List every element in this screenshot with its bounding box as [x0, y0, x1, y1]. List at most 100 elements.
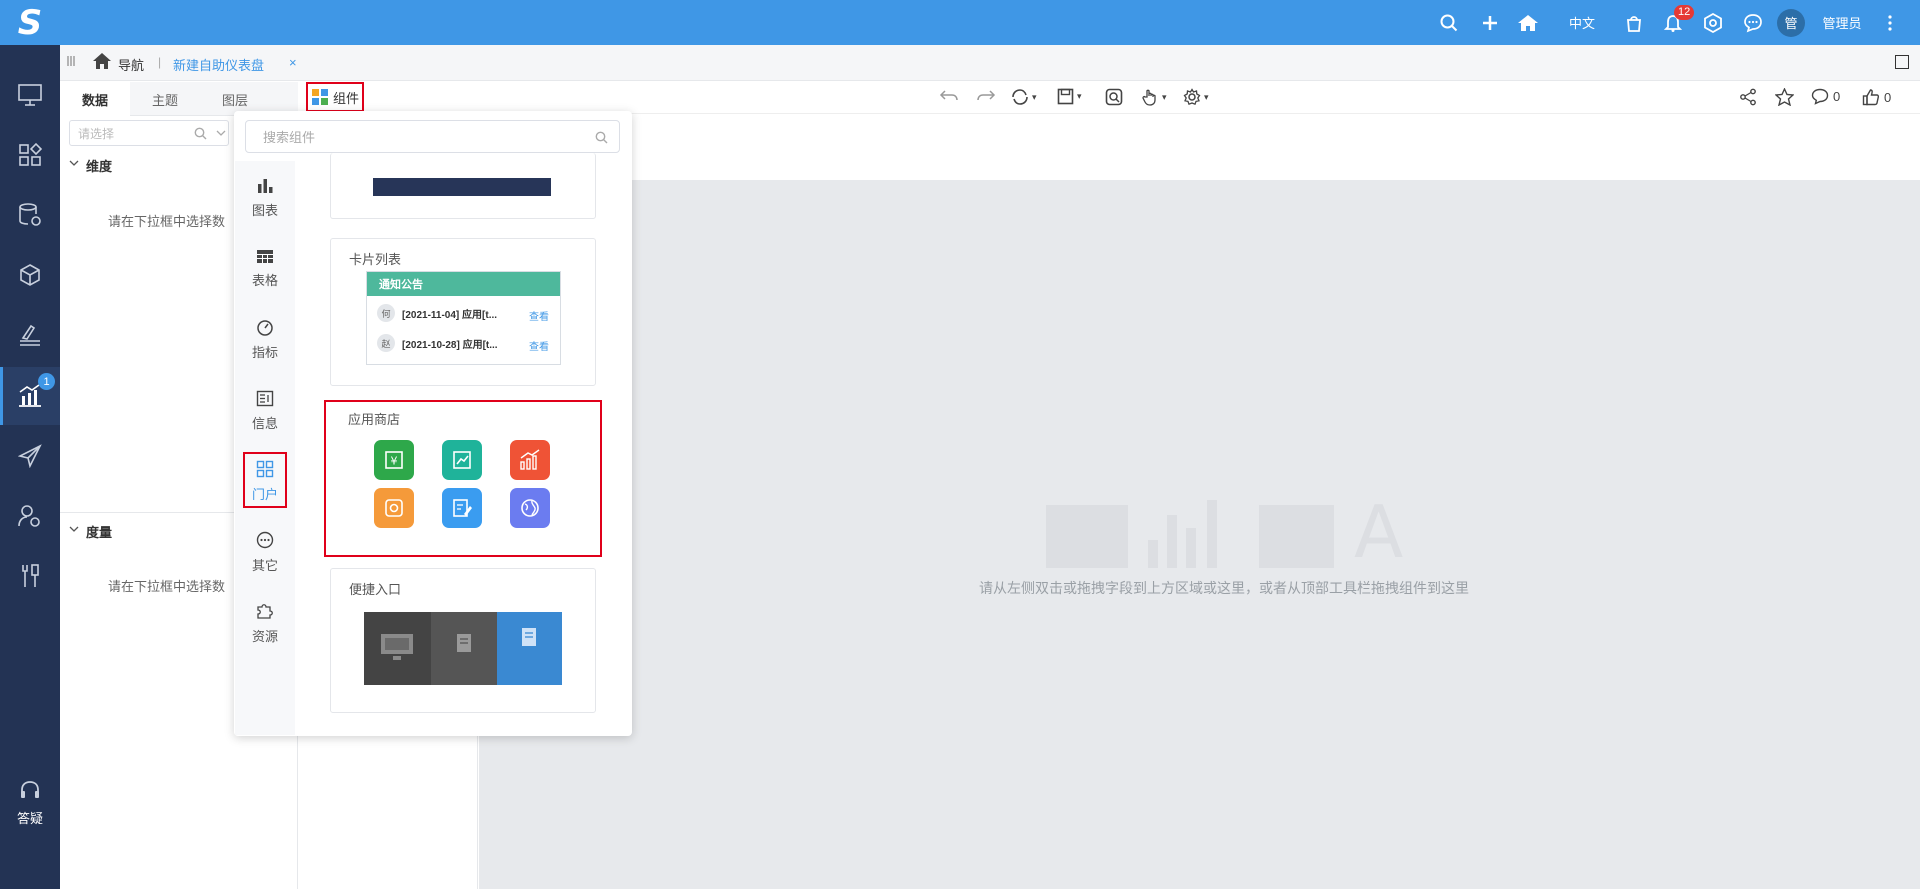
- close-tab-icon[interactable]: ×: [289, 55, 297, 70]
- category-resource[interactable]: 资源: [235, 593, 295, 653]
- nav-modeling[interactable]: [0, 306, 60, 364]
- app-logo[interactable]: S: [0, 0, 60, 45]
- comment-icon: [1811, 88, 1829, 105]
- nav-database[interactable]: [0, 186, 60, 244]
- language-switch[interactable]: 中文: [1563, 0, 1601, 45]
- notice-text: [2021-10-28] 应用[t...: [402, 339, 498, 351]
- analysis-app-icon: [374, 488, 414, 528]
- watermark-bar-icon: [1167, 515, 1177, 568]
- dataset-select[interactable]: 请选择: [69, 120, 229, 146]
- user-gear-icon: [18, 505, 40, 527]
- finance-app-icon: ¥: [374, 440, 414, 480]
- tab-data[interactable]: 数据: [60, 82, 130, 116]
- share-icon[interactable]: [1739, 88, 1757, 106]
- component-search-input[interactable]: 搜索组件: [245, 120, 620, 153]
- measure-hint: 请在下拉框中选择数: [108, 579, 226, 594]
- nav-analysis[interactable]: 1: [0, 367, 60, 425]
- gauge-icon: [257, 320, 273, 336]
- canvas-hint: 请从左侧双击或拖拽字段到上方区域或这里，或者从顶部工具栏拖拽组件到这里: [979, 580, 1469, 596]
- avatar: 管: [1777, 8, 1805, 37]
- highlight-portal-box: [243, 452, 287, 508]
- notice-row: 赵 [2021-10-28] 应用[t...: [377, 334, 498, 352]
- message-icon[interactable]: [1740, 0, 1766, 45]
- component-grid-icon: [311, 89, 328, 105]
- favorite-star-icon[interactable]: [1775, 88, 1794, 106]
- search-icon[interactable]: [1436, 0, 1462, 45]
- headset-icon: [21, 781, 39, 798]
- watermark-text-icon: A: [1354, 490, 1404, 574]
- breadcrumb-nav[interactable]: 导航: [118, 55, 144, 74]
- gear-icon: [1183, 88, 1201, 106]
- undo-icon[interactable]: [939, 88, 959, 104]
- notice-header: 通知公告: [367, 272, 560, 296]
- refresh-menu[interactable]: ▾: [1011, 88, 1037, 106]
- nav-user-settings[interactable]: [0, 487, 60, 545]
- paper-plane-icon: [18, 444, 42, 468]
- like-button[interactable]: 0: [1862, 88, 1891, 106]
- category-label: 信息: [251, 416, 278, 431]
- card-title: 卡片列表: [349, 252, 402, 267]
- nav-help[interactable]: 答疑: [0, 780, 60, 880]
- nav-monitor[interactable]: [0, 66, 60, 124]
- dataset-select-placeholder: 请选择: [78, 126, 115, 141]
- measure-section[interactable]: 度量: [69, 522, 112, 541]
- card-title: 便捷入口: [349, 582, 402, 597]
- shopping-bag-icon[interactable]: [1622, 0, 1646, 45]
- nav-components[interactable]: [0, 126, 60, 184]
- category-indicator[interactable]: 指标: [235, 310, 295, 370]
- category-chart[interactable]: 图表: [235, 168, 295, 228]
- analysis-badge: 1: [38, 373, 55, 390]
- tab-theme[interactable]: 主题: [130, 82, 200, 116]
- grid-apps-icon: [19, 143, 42, 166]
- notice-row: 何 [2021-11-04] 应用[t...: [377, 304, 497, 322]
- notification-bell-icon[interactable]: 12: [1660, 0, 1695, 45]
- table-icon: [257, 250, 273, 263]
- category-other[interactable]: 其它: [235, 522, 295, 582]
- breadcrumb-separator: |: [158, 55, 162, 69]
- user-name[interactable]: 管理员: [1818, 0, 1866, 45]
- growth-chart-app-icon: [510, 440, 550, 480]
- add-icon[interactable]: [1477, 0, 1503, 45]
- save-icon: [1057, 88, 1074, 105]
- drag-handle-icon[interactable]: [66, 55, 76, 70]
- category-label: 表格: [251, 273, 278, 288]
- category-label: 资源: [251, 628, 278, 644]
- maximize-icon[interactable]: [1895, 55, 1909, 69]
- settings-menu[interactable]: ▾: [1183, 88, 1209, 106]
- notice-text: [2021-11-04] 应用[t...: [402, 309, 498, 321]
- save-menu[interactable]: ▾: [1057, 88, 1082, 105]
- report-app-icon: [442, 440, 482, 480]
- home-icon[interactable]: [1514, 0, 1542, 45]
- bar-chart-icon: [258, 178, 273, 193]
- breadcrumb-current-tab[interactable]: 新建自助仪表盘: [173, 55, 264, 74]
- nav-publish[interactable]: [0, 427, 60, 485]
- avatar: 何: [377, 304, 395, 322]
- info-icon: [256, 390, 274, 407]
- watermark-bar-icon: [1207, 500, 1217, 568]
- preview-icon[interactable]: [1105, 88, 1123, 106]
- category-table[interactable]: 表格: [235, 239, 295, 299]
- watermark-bar-icon: [1148, 540, 1158, 568]
- redo-icon[interactable]: [976, 88, 996, 104]
- interaction-menu[interactable]: ▾: [1141, 88, 1167, 106]
- more-vertical-icon[interactable]: [1880, 0, 1900, 45]
- cube-icon: [20, 264, 40, 286]
- chevron-down-icon: ▾: [1032, 91, 1037, 102]
- quick-entry-tile: [364, 612, 431, 685]
- category-info[interactable]: 信息: [235, 381, 295, 441]
- settings-hub-icon[interactable]: [1700, 0, 1726, 45]
- nav-tools[interactable]: [0, 547, 60, 605]
- nav-models[interactable]: [0, 246, 60, 304]
- watermark-image-icon: [1259, 505, 1334, 568]
- puzzle-icon: [257, 603, 273, 619]
- chevron-down-icon: [216, 130, 226, 136]
- watermark-bar-icon: [1186, 528, 1196, 568]
- breadcrumb-home-icon[interactable]: [92, 52, 112, 73]
- refresh-icon: [1012, 89, 1028, 105]
- dashboard-canvas[interactable]: [479, 180, 1920, 889]
- quick-entry-tile: [431, 612, 497, 685]
- comment-button[interactable]: 0: [1811, 88, 1840, 105]
- user-avatar[interactable]: 管: [1776, 0, 1806, 45]
- dimension-section[interactable]: 维度: [69, 156, 112, 175]
- component-button[interactable]: 组件: [306, 82, 364, 112]
